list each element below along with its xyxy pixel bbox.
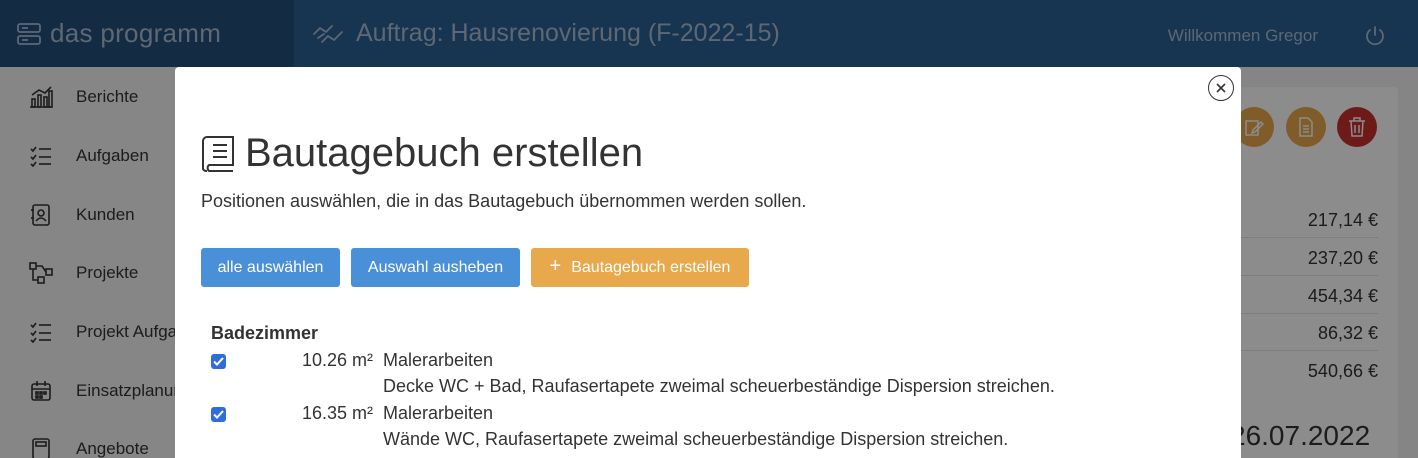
book-icon	[202, 135, 234, 172]
position-title: Malerarbeiten	[383, 350, 494, 370]
deselect-button[interactable]: Auswahl ausheben	[351, 248, 520, 287]
create-diary-label: Bautagebuch erstellen	[571, 258, 731, 276]
modal-title-text: Bautagebuch erstellen	[245, 131, 644, 175]
position-row: 10.26 m² Malerarbeiten Decke WC + Bad, R…	[175, 349, 1241, 403]
checkmark-icon	[213, 357, 224, 366]
group-title: Badezimmer	[211, 323, 319, 343]
close-button[interactable]	[1208, 75, 1234, 101]
select-all-button[interactable]: alle auswählen	[201, 248, 340, 287]
position-description: Wände WC, Raufasertapete zweimal scheuer…	[383, 429, 1009, 449]
modal-subtitle: Positionen auswählen, die in das Bautage…	[201, 191, 807, 211]
position-title: Malerarbeiten	[383, 403, 494, 423]
position-checkbox[interactable]	[211, 407, 226, 422]
checkmark-icon	[213, 410, 224, 419]
position-row: 16.35 m² Malerarbeiten Wände WC, Raufase…	[175, 402, 1241, 456]
plus-icon: +	[549, 255, 562, 277]
close-icon	[1216, 83, 1226, 93]
position-quantity: 16.35 m²	[301, 403, 373, 423]
position-quantity: 10.26 m²	[301, 350, 373, 370]
create-diary-button[interactable]: + Bautagebuch erstellen	[531, 248, 749, 287]
modal-title: Bautagebuch erstellen	[201, 131, 643, 176]
position-checkbox[interactable]	[211, 354, 226, 369]
position-description: Decke WC + Bad, Raufasertapete zweimal s…	[383, 376, 1055, 396]
diary-modal: Bautagebuch erstellen Positionen auswähl…	[175, 67, 1241, 458]
